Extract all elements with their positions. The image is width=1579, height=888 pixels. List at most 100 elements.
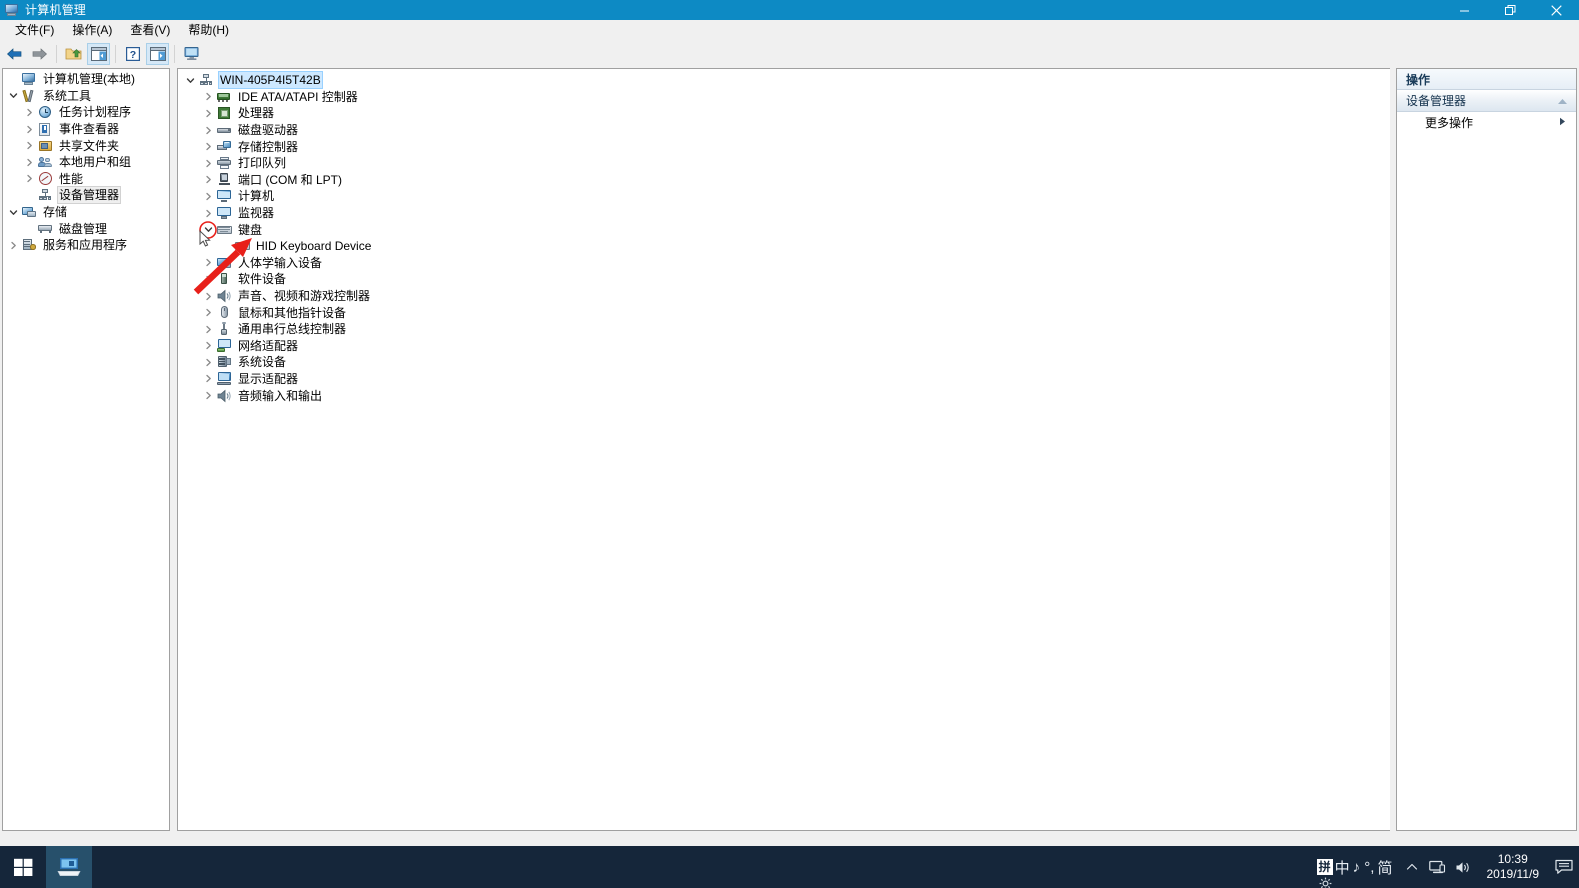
volume-icon[interactable]: [1451, 846, 1477, 888]
chevron-right-icon[interactable]: [200, 122, 216, 138]
device-node-software-devices[interactable]: 软件设备: [178, 271, 1390, 288]
scan-hardware-icon[interactable]: [180, 43, 203, 65]
device-node-ide-controller[interactable]: IDE ATA/ATAPI 控制器: [178, 89, 1390, 106]
chevron-right-icon[interactable]: [200, 371, 216, 387]
chevron-right-icon[interactable]: [200, 89, 216, 105]
chevron-down-icon[interactable]: [182, 72, 198, 88]
device-node-monitor[interactable]: 监视器: [178, 205, 1390, 222]
up-folder-icon[interactable]: [62, 43, 85, 65]
sidebar-item-performance[interactable]: 性能: [3, 171, 169, 188]
restore-icon[interactable]: [1487, 0, 1533, 20]
chevron-right-icon[interactable]: [200, 172, 216, 188]
sidebar-item-disk-management[interactable]: 磁盘管理: [3, 220, 169, 237]
chevron-right-icon[interactable]: [200, 271, 216, 287]
device-node-storage-controller[interactable]: 存储控制器: [178, 138, 1390, 155]
minimize-icon[interactable]: [1441, 0, 1487, 20]
device-node-mouse[interactable]: 鼠标和其他指针设备: [178, 304, 1390, 321]
device-node-audio-io[interactable]: 音频输入和输出: [178, 387, 1390, 404]
ime-style[interactable]: 简: [1377, 857, 1392, 878]
chevron-right-icon[interactable]: [21, 138, 37, 154]
console-tree-root[interactable]: 计算机管理(本地): [3, 71, 169, 88]
chevron-right-icon[interactable]: [200, 155, 216, 171]
device-label-ide-controller: IDE ATA/ATAPI 控制器: [238, 89, 358, 104]
chevron-right-icon[interactable]: [200, 305, 216, 321]
action-item-more-actions[interactable]: 更多操作: [1397, 112, 1576, 132]
device-node-network-adapter[interactable]: 网络适配器: [178, 338, 1390, 355]
taskbar-clock[interactable]: 10:39 2019/11/9: [1477, 852, 1550, 882]
show-hidden-icons-chevron[interactable]: [1399, 846, 1425, 888]
ime-indicator[interactable]: 拼 中 ♪ °, 简: [1316, 857, 1393, 888]
event-viewer-icon: [37, 121, 53, 137]
device-node-print-queue[interactable]: 打印队列: [178, 155, 1390, 172]
back-arrow-icon[interactable]: [3, 43, 26, 65]
actions-section-device-manager[interactable]: 设备管理器: [1397, 90, 1576, 112]
device-node-keyboard[interactable]: 键盘: [178, 220, 1390, 239]
computer-management-taskbar-icon[interactable]: [46, 846, 92, 888]
chevron-right-icon[interactable]: [200, 321, 216, 337]
console-tree-pane[interactable]: 计算机管理(本地) 系统工具 任务计划程序 事件查看器 共享文件夹 本地用户和组…: [2, 68, 170, 831]
ime-pinyin-badge[interactable]: 拼: [1316, 859, 1333, 875]
device-label-storage-controller: 存储控制器: [238, 139, 299, 154]
close-icon[interactable]: [1533, 0, 1579, 20]
sidebar-item-event-viewer[interactable]: 事件查看器: [3, 121, 169, 138]
gear-icon[interactable]: [1319, 877, 1332, 888]
device-label-hid-devices: 人体学输入设备: [238, 255, 323, 270]
chevron-up-icon[interactable]: [1557, 94, 1568, 108]
chevron-right-icon[interactable]: [21, 104, 37, 120]
chevron-down-icon[interactable]: [5, 204, 21, 220]
sidebar-item-device-manager[interactable]: 设备管理器: [3, 186, 169, 205]
sidebar-label-task-scheduler: 任务计划程序: [59, 105, 132, 120]
chevron-right-icon[interactable]: [200, 255, 216, 271]
action-center-icon[interactable]: [1549, 846, 1579, 888]
chevron-right-icon[interactable]: [200, 105, 216, 121]
chevron-right-icon[interactable]: [200, 288, 216, 304]
collapse-indicator-icon[interactable]: [199, 220, 217, 239]
device-node-processor[interactable]: 处理器: [178, 105, 1390, 122]
left-splitter[interactable]: [171, 68, 176, 831]
chevron-right-icon[interactable]: [200, 338, 216, 354]
sound-video-game-icon: [216, 288, 232, 304]
sidebar-item-storage[interactable]: 存储: [3, 204, 169, 221]
device-node-display-adapter[interactable]: 显示适配器: [178, 371, 1390, 388]
system-device-icon: [216, 354, 232, 370]
chevron-right-icon[interactable]: [21, 171, 37, 187]
chevron-right-icon[interactable]: [200, 388, 216, 404]
device-tree-root[interactable]: WIN-405P4I5T42B: [178, 71, 1390, 90]
device-tree-pane[interactable]: WIN-405P4I5T42B IDE ATA/ATAPI 控制器 处理器 磁盘…: [177, 68, 1390, 831]
services-apps-icon: [21, 237, 37, 253]
chevron-right-icon[interactable]: [200, 188, 216, 204]
chevron-right-icon[interactable]: [5, 237, 21, 253]
show-console-tree-icon[interactable]: [87, 42, 110, 65]
sidebar-item-task-scheduler[interactable]: 任务计划程序: [3, 104, 169, 121]
chevron-right-icon[interactable]: [200, 354, 216, 370]
sidebar-item-services-apps[interactable]: 服务和应用程序: [3, 237, 169, 254]
device-node-system-devices[interactable]: 系统设备: [178, 354, 1390, 371]
device-node-hid-keyboard[interactable]: HID Keyboard Device: [178, 238, 1390, 255]
chevron-down-icon[interactable]: [5, 88, 21, 104]
device-node-computer[interactable]: 计算机: [178, 188, 1390, 205]
sidebar-item-local-users[interactable]: 本地用户和组: [3, 154, 169, 171]
ime-mode[interactable]: 中: [1335, 857, 1350, 878]
chevron-right-icon[interactable]: [200, 139, 216, 155]
chevron-right-icon[interactable]: [21, 154, 37, 170]
device-node-ports[interactable]: 端口 (COM 和 LPT): [178, 172, 1390, 189]
ports-icon: [216, 172, 232, 188]
menu-file[interactable]: 文件(F): [6, 21, 63, 40]
device-node-disk-drives[interactable]: 磁盘驱动器: [178, 122, 1390, 139]
windows-start-icon[interactable]: [0, 846, 46, 888]
device-node-sound-video-game[interactable]: 声音、视频和游戏控制器: [178, 288, 1390, 305]
device-node-hid-devices[interactable]: 人体学输入设备: [178, 255, 1390, 272]
clock-time: 10:39: [1497, 852, 1528, 866]
properties-icon[interactable]: [146, 42, 169, 65]
chevron-right-icon[interactable]: [21, 121, 37, 137]
ime-symbols[interactable]: ♪ °,: [1353, 859, 1375, 876]
menu-action[interactable]: 操作(A): [63, 21, 121, 40]
sidebar-item-system-tools[interactable]: 系统工具: [3, 88, 169, 105]
device-node-usb-controller[interactable]: 通用串行总线控制器: [178, 321, 1390, 338]
network-icon[interactable]: [1425, 846, 1451, 888]
help-icon[interactable]: ?: [121, 43, 144, 65]
menu-view[interactable]: 查看(V): [121, 21, 179, 40]
forward-arrow-icon[interactable]: [28, 43, 51, 65]
menu-help[interactable]: 帮助(H): [179, 21, 238, 40]
sidebar-item-shared-folders[interactable]: 共享文件夹: [3, 137, 169, 154]
